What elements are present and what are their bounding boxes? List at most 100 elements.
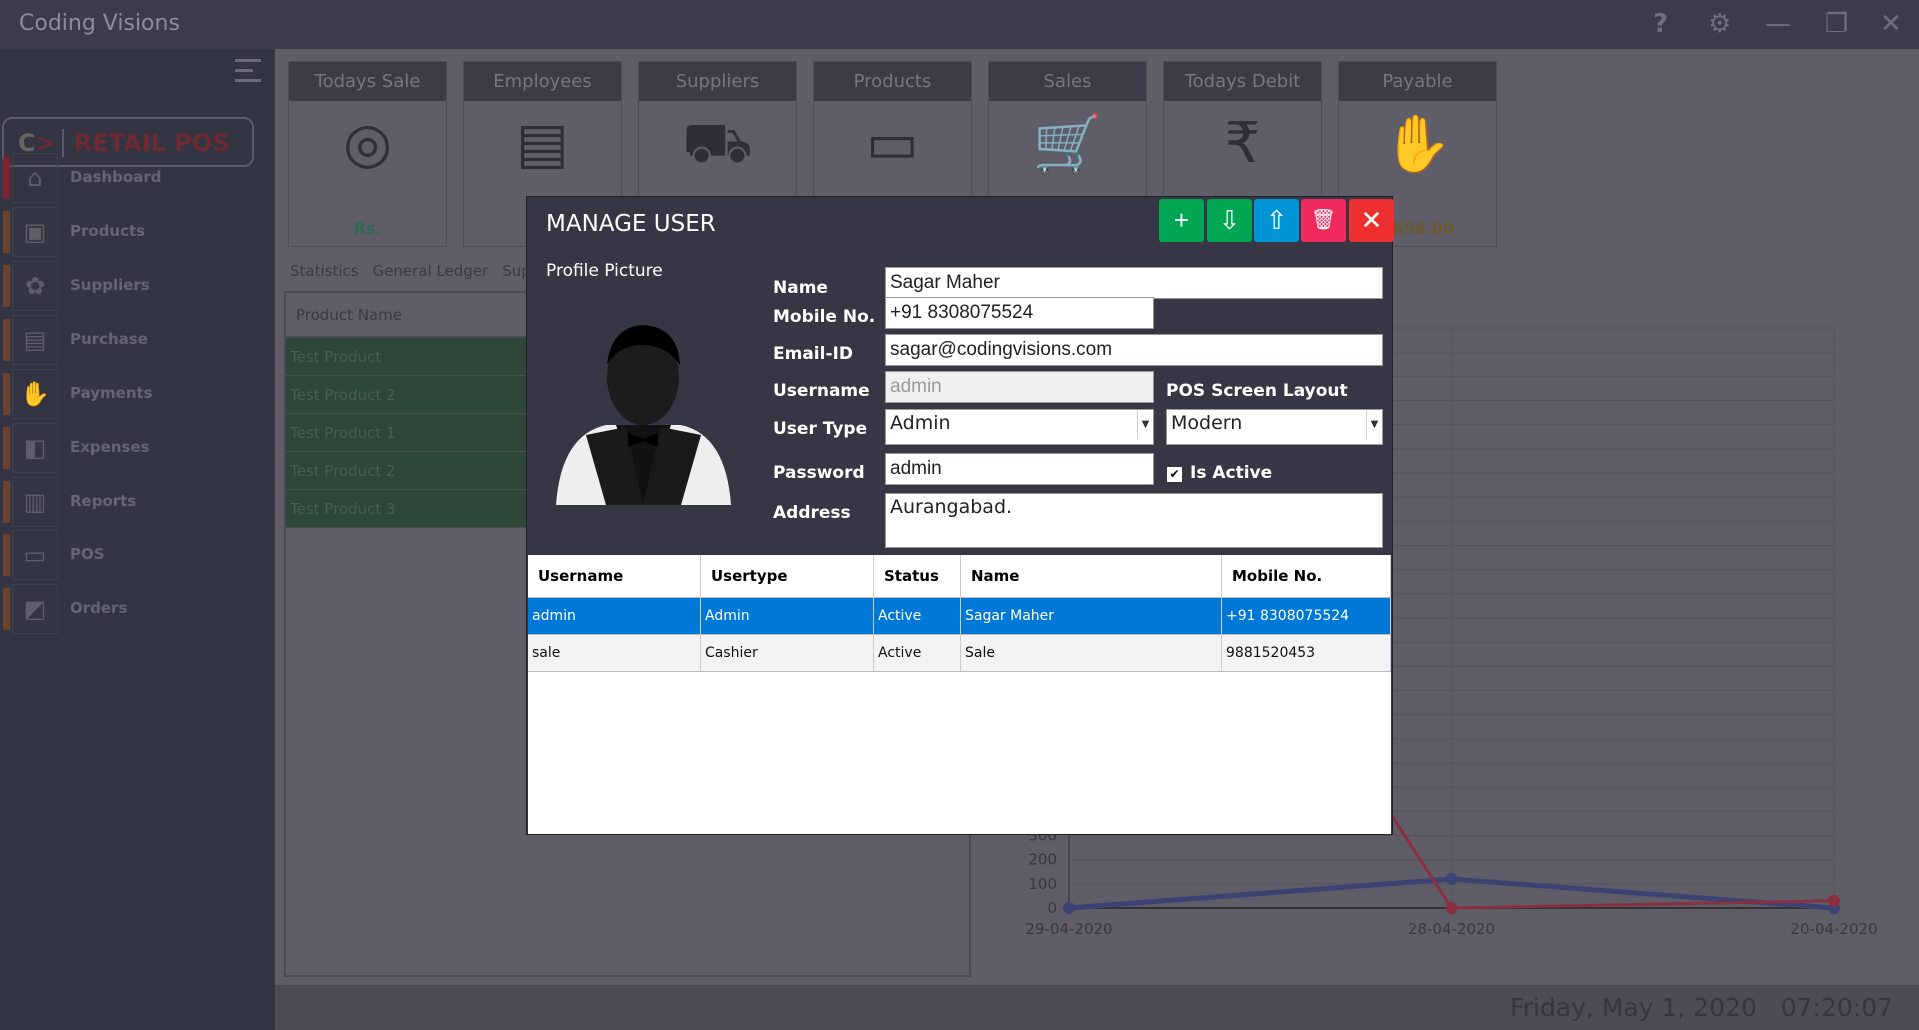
card-title: Todays Sale — [289, 62, 446, 101]
col-status[interactable]: Status — [874, 555, 961, 597]
tab-general-ledger[interactable]: General Ledger — [367, 262, 495, 280]
profile-picture-label: Profile Picture — [546, 261, 663, 281]
box-icon: ▣ — [12, 207, 58, 257]
settings-gear-icon[interactable]: ⚙ — [1708, 9, 1731, 39]
grid-cell: Active — [874, 598, 961, 634]
pos-layout-label: POS Screen Layout — [1166, 381, 1348, 401]
card-title: Suppliers — [639, 62, 796, 101]
sidebar-item-label: Orders — [70, 599, 128, 617]
help-icon[interactable]: ? — [1653, 9, 1668, 39]
grid-cell: Cashier — [701, 635, 874, 671]
close-dialog-button[interactable]: ✕ — [1349, 199, 1394, 242]
accent-bar — [3, 373, 10, 415]
users-grid: Username Usertype Status Name Mobile No.… — [528, 555, 1391, 834]
grid-cell: Sale — [961, 635, 1222, 671]
is-active-checkbox[interactable]: ✔ Is Active — [1167, 463, 1272, 483]
close-window-icon[interactable]: ✕ — [1880, 9, 1902, 39]
email-label: Email-ID — [773, 344, 853, 364]
sidebar-item-suppliers[interactable]: ✿ Suppliers — [0, 261, 275, 311]
sidebar-item-pos[interactable]: ▭ POS — [0, 530, 275, 580]
col-username[interactable]: Username — [528, 555, 701, 597]
sidebar-item-products[interactable]: ▣ Products — [0, 207, 275, 257]
export-button[interactable]: ⇧ — [1254, 199, 1299, 242]
tab-statistics[interactable]: Statistics — [284, 262, 365, 280]
save-user-button[interactable]: ⇩ — [1207, 199, 1252, 242]
maximize-icon[interactable]: ❐ — [1825, 9, 1848, 39]
app-title: Coding Visions — [19, 11, 180, 36]
title-bar: Coding Visions ? ⚙ — ❐ ✕ — [0, 0, 1919, 49]
data-point — [1445, 873, 1458, 885]
pos-layout-select[interactable]: Modern ▼ — [1166, 409, 1383, 445]
hamburger-menu-icon[interactable] — [235, 59, 261, 89]
accent-bar — [3, 265, 10, 307]
home-icon: ⌂ — [12, 153, 58, 203]
card-todays-sale[interactable]: Todays Sale ◎ Rs. — [288, 61, 447, 247]
card-title: Sales — [989, 62, 1146, 101]
usertype-label: User Type — [773, 419, 868, 439]
is-active-label: Is Active — [1190, 463, 1273, 483]
laptop-icon: ▭ — [866, 111, 919, 176]
grid-cell: Active — [874, 635, 961, 671]
email-field[interactable] — [885, 334, 1383, 366]
sidebar-item-label: POS — [70, 545, 105, 563]
col-name[interactable]: Name — [961, 555, 1222, 597]
sidebar-item-label: Payments — [70, 384, 153, 402]
minimize-icon[interactable]: — — [1765, 9, 1791, 39]
sidebar: C> RETAIL POS ⌂ Dashboard ▣ Products ✿ Supplie… — [0, 49, 275, 1030]
password-field[interactable] — [885, 453, 1154, 485]
sidebar-item-label: Expenses — [70, 438, 150, 456]
user-row[interactable]: sale Cashier Active Sale 9881520453 — [528, 635, 1391, 672]
purchase-icon: ▤ — [12, 315, 58, 365]
card-title: Todays Debit — [1164, 62, 1321, 101]
accent-bar — [3, 588, 10, 630]
cart-icon: 🛒 — [1032, 112, 1103, 177]
sidebar-item-label: Reports — [70, 492, 137, 510]
username-label: Username — [773, 381, 870, 401]
grid-cell: +91 8308075524 — [1222, 598, 1391, 634]
add-user-button[interactable]: + — [1159, 199, 1204, 242]
sidebar-item-label: Products — [70, 222, 146, 240]
sidebar-item-expenses[interactable]: ◧ Expenses — [0, 423, 275, 473]
mobile-field[interactable] — [885, 297, 1154, 329]
data-point — [1445, 902, 1458, 914]
sidebar-item-payments[interactable]: ✋ Payments — [0, 369, 275, 419]
sidebar-item-label: Suppliers — [70, 276, 150, 294]
user-row[interactable]: admin Admin Active Sagar Maher +91 830807552… — [528, 598, 1391, 635]
grid-cell: 9881520453 — [1222, 635, 1391, 671]
password-label: Password — [773, 463, 865, 483]
hand-coin-icon: ✋ — [1382, 112, 1453, 177]
y-tick-label: 100 — [1028, 875, 1057, 893]
manage-user-dialog: MANAGE USER + ⇩ ⇧ 🗑 ✕ Profile Picture Na… — [526, 196, 1394, 835]
col-usertype[interactable]: Usertype — [701, 555, 874, 597]
sidebar-item-purchase[interactable]: ▤ Purchase — [0, 315, 275, 365]
name-field[interactable] — [885, 267, 1383, 299]
address-field[interactable]: Aurangabad. — [885, 493, 1383, 548]
sidebar-item-label: Purchase — [70, 330, 148, 348]
profile-picture-avatar[interactable] — [546, 315, 741, 510]
username-field[interactable] — [885, 371, 1154, 403]
address-label: Address — [773, 503, 851, 523]
dialog-title: MANAGE USER — [546, 211, 716, 237]
accent-bar — [3, 319, 10, 361]
usertype-select[interactable]: Admin ▼ — [885, 409, 1154, 445]
col-mobile[interactable]: Mobile No. — [1222, 555, 1391, 597]
truck-icon: ⛟ — [682, 111, 753, 176]
x-tick-label: 29-04-2020 — [1025, 920, 1112, 938]
checkbox-checked-icon[interactable]: ✔ — [1167, 467, 1182, 482]
card-title: Employees — [464, 62, 621, 101]
status-time: 07:20:07 — [1780, 993, 1893, 1022]
delete-user-button[interactable]: 🗑 — [1301, 199, 1346, 242]
data-point — [1828, 894, 1840, 907]
tabs: Statistics General Ledger Sup — [284, 262, 539, 280]
sidebar-item-orders[interactable]: ◩ Orders — [0, 584, 275, 634]
pos-icon: ▭ — [12, 530, 58, 580]
grid-cell: sale — [528, 635, 701, 671]
sidebar-item-dashboard[interactable]: ⌂ Dashboard — [0, 153, 275, 203]
x-tick-label: 28-04-2020 — [1408, 920, 1495, 938]
accent-bar — [3, 534, 10, 576]
sidebar-item-label: Dashboard — [70, 168, 162, 186]
sidebar-item-reports[interactable]: ▥ Reports — [0, 477, 275, 527]
accent-bar — [3, 211, 10, 253]
grid-header: Username Usertype Status Name Mobile No. — [528, 555, 1391, 598]
report-icon: ▥ — [12, 477, 58, 527]
